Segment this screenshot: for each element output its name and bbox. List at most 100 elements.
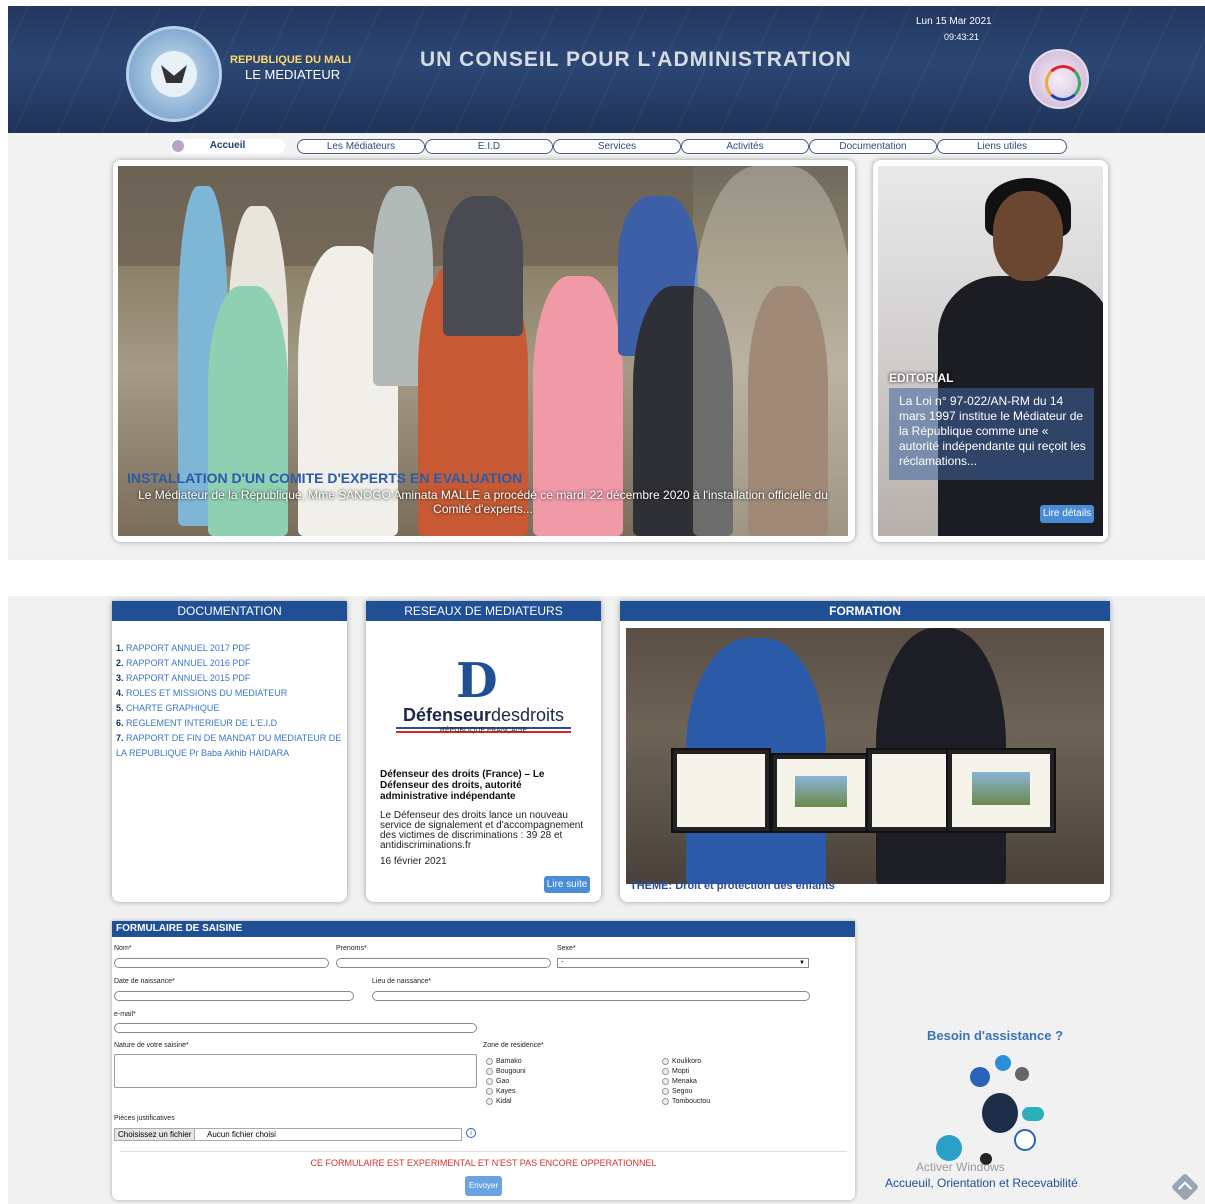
editorial-card: EDITORIAL La Loi n° 97-022/AN-RM du 14 m…	[873, 160, 1108, 542]
zone-label-text: Kayes	[496, 1088, 516, 1095]
form-warning: CE FORMULAIRE EST EXPERIMENTAL ET N'EST …	[310, 1158, 657, 1168]
doc-label: REGLEMENT INTERIEUR DE L'E.I.D	[126, 718, 278, 728]
doc-link[interactable]: 1. RAPPORT ANNUEL 2017 PDF	[116, 641, 346, 656]
tools-icon	[936, 1135, 962, 1161]
date-naissance-input[interactable]	[114, 991, 354, 1001]
defenseur-name: Défenseurdesdroits	[366, 705, 601, 726]
zone-label-text: Tombouctou	[672, 1098, 711, 1105]
editorial-text: La Loi n° 97-022/AN-RM du 14 mars 1997 i…	[889, 388, 1094, 480]
photo-person	[443, 196, 523, 336]
zone-radio[interactable]: Bougouni	[486, 1067, 526, 1077]
doc-link[interactable]: 2. RAPPORT ANNUEL 2016 PDF	[116, 656, 346, 671]
radio-icon	[486, 1057, 493, 1065]
assistance-caption[interactable]: Accueuil, Orientation et Recevabilité	[885, 1176, 1078, 1190]
nom-label: Nom*	[114, 945, 132, 952]
submit-button[interactable]: Envoyer	[465, 1176, 502, 1196]
logo-word-a: Défenseur	[402, 705, 491, 725]
zone-label-text: Bamako	[496, 1058, 522, 1065]
doc-num: 2.	[116, 658, 124, 668]
documentation-heading: DOCUMENTATION	[112, 601, 347, 621]
doc-link[interactable]: 3. RAPPORT ANNUEL 2015 PDF	[116, 671, 346, 686]
certificate-photo	[794, 776, 848, 807]
certificate	[946, 748, 1056, 833]
doc-link[interactable]: 7. RAPPORT DE FIN DE MANDAT DU MEDIATEUR…	[116, 731, 346, 761]
lieu-naissance-input[interactable]	[372, 991, 810, 1001]
zone-radio[interactable]: Koulikoro	[662, 1057, 710, 1067]
form-divider	[120, 1151, 847, 1152]
radio-icon	[486, 1077, 493, 1085]
zone-radio[interactable]: Bamako	[486, 1057, 526, 1067]
section-separator	[8, 560, 1205, 596]
mali-seal-logo[interactable]	[126, 26, 222, 122]
radio-icon	[662, 1077, 669, 1085]
nature-label: Nature de votre saisine*	[114, 1042, 189, 1049]
mediateur-seal-logo[interactable]	[1029, 49, 1089, 109]
nav-documentation[interactable]: Documentation	[809, 139, 937, 154]
info-icon[interactable]: i	[466, 1128, 476, 1138]
slide-title[interactable]: INSTALLATION D'UN COMITE D'EXPERTS EN EV…	[127, 470, 522, 486]
doc-link[interactable]: 4. ROLES ET MISSIONS DU MEDIATEUR	[116, 686, 346, 701]
certificate	[771, 753, 871, 833]
nom-input[interactable]	[114, 958, 329, 968]
header-time: 09:43:21	[944, 32, 980, 42]
zone-label-text: Menaka	[672, 1078, 697, 1085]
date-naissance-label: Date de naissance*	[114, 978, 175, 985]
formation-photo[interactable]	[626, 628, 1104, 884]
zone-radio[interactable]: Mopti	[662, 1067, 710, 1077]
site-header: REPUBLIQUE DU MALI LE MEDIATEUR UN CONSE…	[8, 6, 1205, 133]
doc-num: 7.	[116, 733, 124, 743]
formation-box: FORMATION THEME: Droit et protection des…	[620, 601, 1110, 902]
assistance-title[interactable]: Besoin d'assistance ?	[900, 1028, 1090, 1043]
header-country: REPUBLIQUE DU MALI	[230, 54, 351, 66]
nav-liens-utiles[interactable]: Liens utiles	[937, 139, 1067, 154]
news-slider[interactable]: INSTALLATION D'UN COMITE D'EXPERTS EN EV…	[113, 160, 855, 542]
zone-label-text: Segou	[672, 1088, 693, 1095]
lieu-naissance-label: Lieu de naissance*	[372, 978, 432, 985]
read-more-button[interactable]: Lire suite	[544, 876, 590, 893]
zone-radio[interactable]: Kidal	[486, 1097, 526, 1107]
doc-link[interactable]: 6. REGLEMENT INTERIEUR DE L'E.I.D	[116, 716, 346, 731]
nav-services[interactable]: Services	[553, 139, 681, 154]
seal-emblem-icon	[151, 51, 197, 97]
portrait-head	[993, 191, 1063, 281]
prenoms-label: Prenoms*	[336, 945, 367, 952]
zone-radio[interactable]: Kayes	[486, 1087, 526, 1097]
doc-link[interactable]: 5. CHARTE GRAPHIQUE	[116, 701, 346, 716]
nav-les-mediateurs[interactable]: Les Médiateurs	[297, 139, 425, 154]
doc-label: RAPPORT DE FIN DE MANDAT DU MEDIATEUR DE…	[116, 733, 342, 758]
file-input[interactable]: Choisissez un fichier Aucun fichier choi…	[114, 1128, 462, 1141]
nav-accueil[interactable]: Accueil	[170, 139, 285, 154]
sexe-select[interactable]: - ▼	[557, 958, 809, 968]
doc-num: 5.	[116, 703, 124, 713]
doc-num: 3.	[116, 673, 124, 683]
header-slogan: UN CONSEIL POUR L'ADMINISTRATION	[420, 48, 852, 71]
assistance-illustration[interactable]	[930, 1055, 1060, 1170]
email-input[interactable]	[114, 1023, 477, 1033]
user-icon	[970, 1067, 990, 1087]
radio-icon	[662, 1067, 669, 1075]
reseau-article-date: 16 février 2021	[380, 856, 447, 867]
pieces-label: Pièces justificatives	[114, 1115, 175, 1122]
radio-icon	[486, 1087, 493, 1095]
zone-radio[interactable]: Segou	[662, 1087, 710, 1097]
read-details-button[interactable]: Lire détails	[1040, 505, 1094, 523]
radio-icon	[662, 1087, 669, 1095]
choose-file-button[interactable]: Choisissez un fichier	[115, 1129, 196, 1140]
zone-radio[interactable]: Gao	[486, 1077, 526, 1087]
nav-eid[interactable]: E.I.D	[425, 139, 553, 154]
doc-label: RAPPORT ANNUEL 2015 PDF	[126, 673, 251, 683]
saisine-form: FORMULAIRE DE SAISINE Nom* Prenoms* Sexe…	[112, 921, 855, 1200]
zone-column-1: Bamako Bougouni Gao Kayes Kidal	[486, 1057, 526, 1107]
defenseur-logo[interactable]: D	[456, 657, 506, 705]
zone-radio[interactable]: Tombouctou	[662, 1097, 710, 1107]
certificate-paper	[677, 754, 765, 827]
doc-label: RAPPORT ANNUEL 2016 PDF	[126, 658, 251, 668]
doc-label: CHARTE GRAPHIQUE	[126, 703, 220, 713]
nature-textarea[interactable]	[114, 1054, 477, 1088]
form-heading: FORMULAIRE DE SAISINE	[112, 921, 855, 937]
zone-radio[interactable]: Menaka	[662, 1077, 710, 1087]
prenoms-input[interactable]	[336, 958, 551, 968]
documentation-list: 1. RAPPORT ANNUEL 2017 PDF 2. RAPPORT AN…	[116, 641, 346, 761]
nav-activites[interactable]: Activités	[681, 139, 809, 154]
formation-heading: FORMATION	[620, 601, 1110, 621]
